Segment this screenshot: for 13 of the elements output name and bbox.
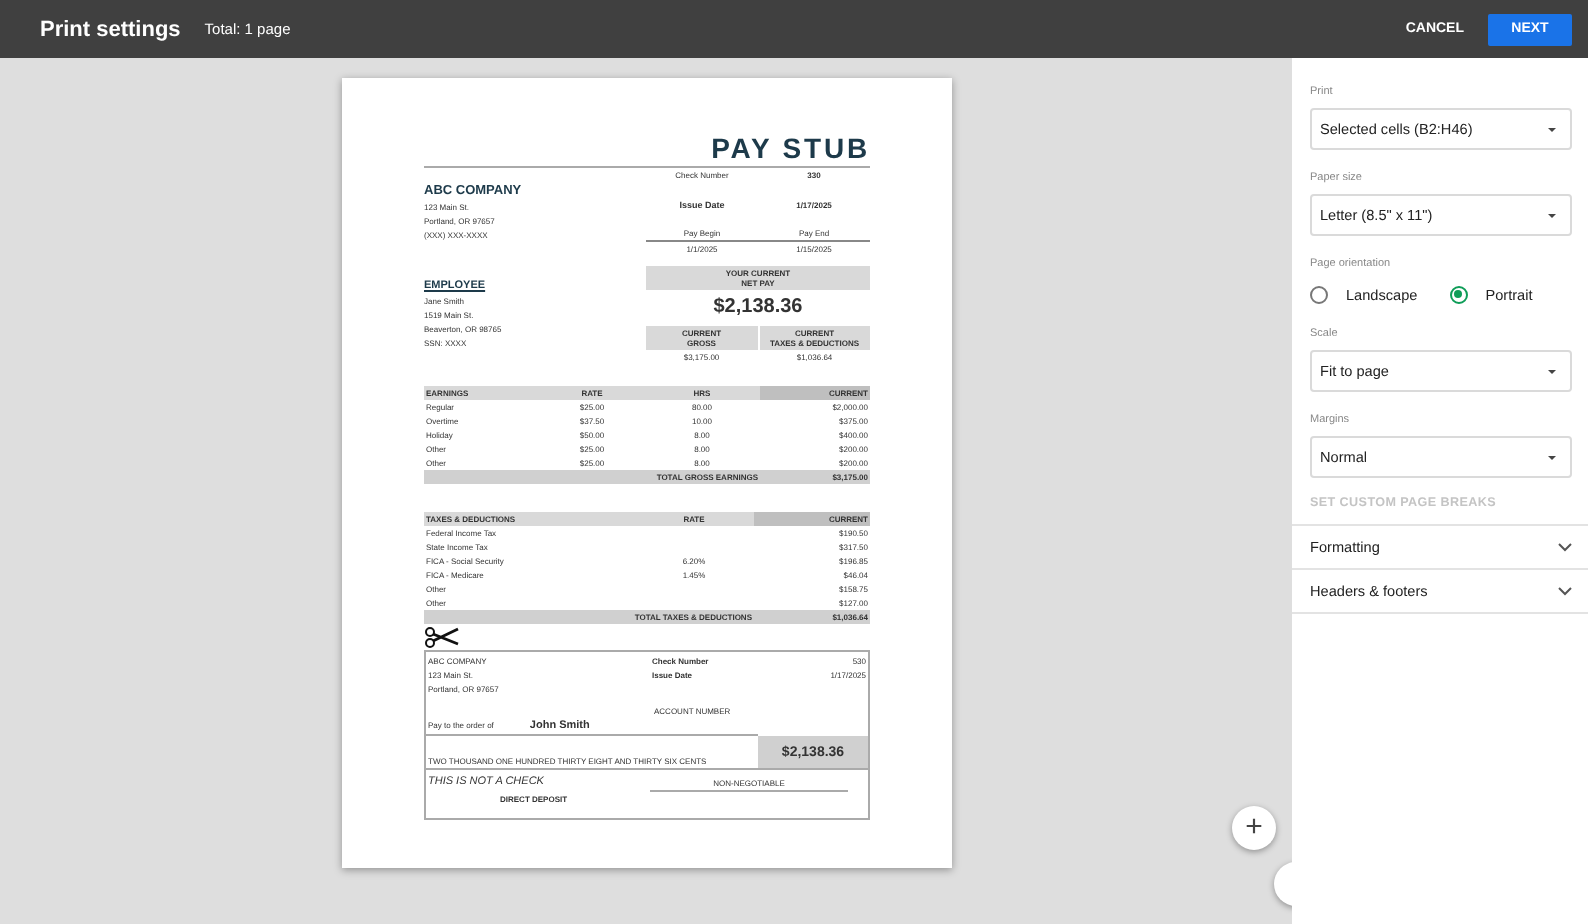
chevron-icon [1558,586,1572,596]
net-pay-amount: $2,138.36 [711,294,805,322]
chevron-icon [1558,542,1572,552]
caret-icon [1548,127,1556,131]
scissors-icon [424,626,460,648]
radio-button[interactable] [1449,285,1468,303]
zoom-in-button[interactable]: + [1232,806,1276,850]
document-title: PAY STUB [424,132,870,168]
caret-icon [1548,213,1556,217]
caret-icon [1548,369,1556,373]
radio-button[interactable] [1310,285,1328,303]
window-title: Print settings [40,17,181,41]
caret-icon [1548,455,1556,459]
